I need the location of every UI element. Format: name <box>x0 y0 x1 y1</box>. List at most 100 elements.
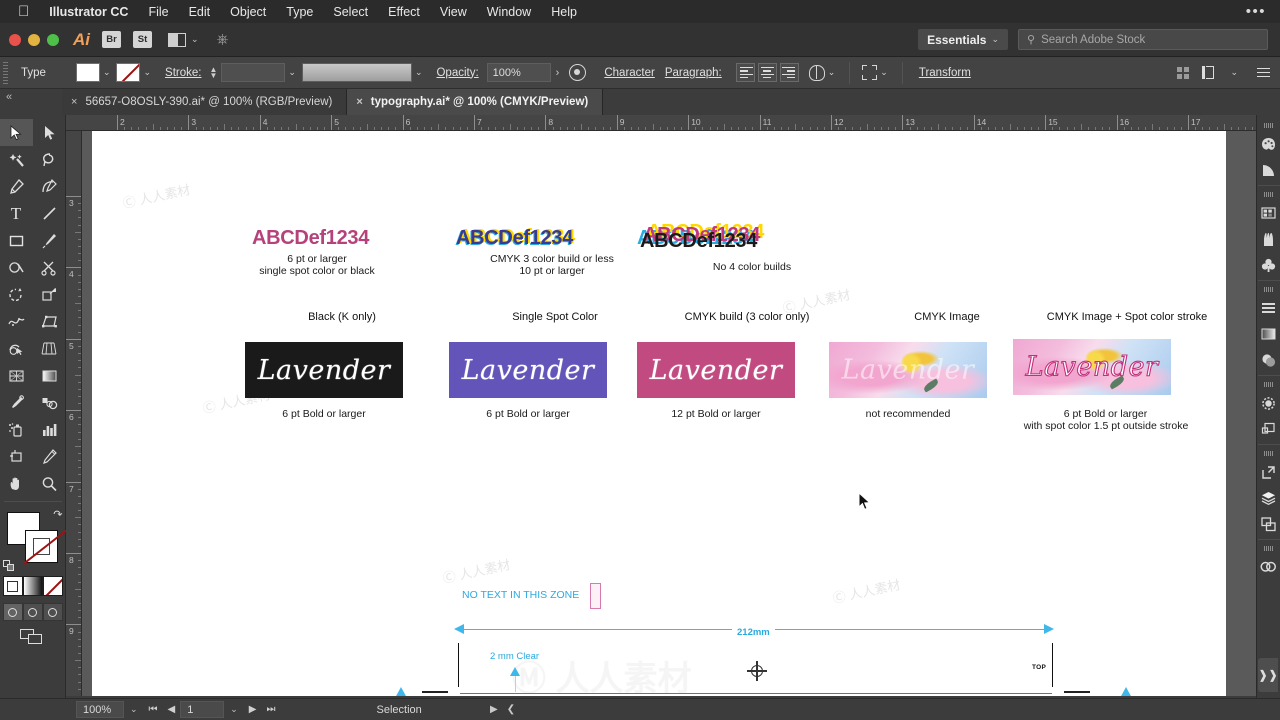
chevron-down-icon[interactable]: ⌄ <box>191 34 199 45</box>
appearance-panel-icon[interactable] <box>1257 390 1280 416</box>
dock-group-grip[interactable] <box>1264 382 1273 387</box>
dock-group-grip[interactable] <box>1264 546 1273 551</box>
character-panel-link[interactable]: Character <box>604 67 655 79</box>
type-tool[interactable]: T <box>0 200 33 227</box>
chevron-down-icon[interactable]: ⌄ <box>415 67 423 78</box>
menu-item-file[interactable]: File <box>148 5 168 19</box>
export-panel-icon[interactable] <box>1257 459 1280 485</box>
line-segment-tool[interactable] <box>33 200 66 227</box>
document-tab-2[interactable]: × typography.ai* @ 100% (CMYK/Preview) <box>347 89 603 115</box>
chevron-down-icon[interactable]: ⌄ <box>828 67 836 78</box>
swatch-black[interactable]: Lavender <box>245 342 403 398</box>
column-graph-tool[interactable] <box>33 416 66 443</box>
direct-selection-tool[interactable] <box>33 119 66 146</box>
recolor-artwork-icon[interactable] <box>569 64 586 81</box>
arrange-documents-icon[interactable] <box>168 33 186 47</box>
make-envelope-icon[interactable] <box>809 65 825 81</box>
dock-group-grip[interactable] <box>1264 451 1273 456</box>
draw-inside-icon[interactable] <box>43 603 63 621</box>
distribute-spacing-icon[interactable] <box>1202 66 1214 79</box>
variable-width-profile-select[interactable] <box>302 63 412 82</box>
menu-item-view[interactable]: View <box>440 5 467 19</box>
vertical-ruler[interactable]: 3456789 <box>66 131 82 696</box>
chevron-down-icon[interactable]: ⌄ <box>288 67 296 78</box>
align-center-icon[interactable] <box>758 63 777 82</box>
layers-panel-icon[interactable] <box>1257 485 1280 511</box>
align-left-icon[interactable] <box>736 63 755 82</box>
menu-item-object[interactable]: Object <box>230 5 266 19</box>
last-artboard-icon[interactable]: ⏭ <box>267 704 276 715</box>
menu-item-effect[interactable]: Effect <box>388 5 420 19</box>
dock-group-grip[interactable] <box>1264 287 1273 292</box>
cc-sync-badge[interactable]: ❱❱ <box>1258 658 1278 692</box>
bridge-button[interactable]: Br <box>102 31 121 48</box>
chevron-down-icon[interactable]: ⌄ <box>880 67 888 78</box>
artboard-number-input[interactable]: 1 <box>180 701 224 718</box>
menu-item-window[interactable]: Window <box>487 5 531 19</box>
apple-logo-icon[interactable]:  <box>18 4 29 19</box>
chevron-down-icon[interactable]: ⌄ <box>103 67 111 78</box>
control-bar-grip[interactable] <box>3 62 8 84</box>
brushes-panel-icon[interactable] <box>1257 226 1280 252</box>
default-fill-stroke-icon[interactable] <box>3 560 15 572</box>
mesh-tool[interactable] <box>0 362 33 389</box>
menu-item-edit[interactable]: Edit <box>189 5 211 19</box>
collapse-panel-icon[interactable]: « <box>0 89 62 115</box>
paragraph-panel-link[interactable]: Paragraph: <box>665 67 722 79</box>
artboard-dropdown-icon[interactable]: ⌄ <box>230 704 238 715</box>
menu-extras-icon[interactable]: ••• <box>1246 3 1266 20</box>
chevron-down-icon[interactable]: ⌄ <box>1230 67 1238 78</box>
paintbrush-tool[interactable] <box>33 227 66 254</box>
dock-group-grip[interactable] <box>1264 123 1273 128</box>
slice-tool[interactable] <box>33 443 66 470</box>
panel-menu-icon[interactable] <box>1257 68 1270 78</box>
transparency-panel-icon[interactable] <box>1257 347 1280 373</box>
zoom-level-input[interactable]: 100% <box>76 701 124 718</box>
first-artboard-icon[interactable]: ⏮ <box>149 704 158 715</box>
crop-image-icon[interactable] <box>862 65 877 80</box>
stroke-weight-stepper[interactable]: ▲▼ <box>209 67 217 79</box>
shape-builder-tool[interactable] <box>0 335 33 362</box>
artboard[interactable]: Ⓒ 人人素材 Ⓒ 人人素材 Ⓒ 人人素材 Ⓒ 人人素材 Ⓒ 人人素材 Ⓜ 人人素… <box>92 131 1226 696</box>
power-icon[interactable]: ⎈ <box>217 31 229 48</box>
none-icon[interactable] <box>43 576 63 596</box>
artboards-panel-icon[interactable] <box>1257 511 1280 537</box>
stroke-weight-input[interactable] <box>221 63 285 82</box>
previous-artboard-icon[interactable]: ◀ <box>168 704 176 715</box>
magic-wand-tool[interactable] <box>0 146 33 173</box>
artboard-tool[interactable] <box>0 443 33 470</box>
horizontal-ruler[interactable]: 234567891011121314151617 <box>66 115 1256 131</box>
fill-swatch[interactable] <box>76 63 100 82</box>
menu-app-name[interactable]: Illustrator CC <box>49 5 128 19</box>
graphic-styles-panel-icon[interactable] <box>1257 416 1280 442</box>
creative-cloud-libraries-icon[interactable] <box>1257 554 1280 580</box>
close-icon[interactable]: × <box>71 96 77 108</box>
hand-tool[interactable] <box>0 470 33 497</box>
perspective-grid-tool[interactable] <box>33 335 66 362</box>
selection-tool[interactable] <box>0 119 33 146</box>
gradient-icon[interactable] <box>23 576 43 596</box>
eyedropper-tool[interactable] <box>0 389 33 416</box>
chevron-down-icon[interactable]: ⌄ <box>143 67 151 78</box>
menu-item-type[interactable]: Type <box>286 5 313 19</box>
menu-item-help[interactable]: Help <box>551 5 577 19</box>
more-options-icon[interactable] <box>1177 67 1189 79</box>
swatches-panel-icon[interactable] <box>1257 200 1280 226</box>
gradient-panel-icon[interactable] <box>1257 321 1280 347</box>
draw-normal-icon[interactable] <box>3 603 23 621</box>
draw-behind-icon[interactable] <box>23 603 43 621</box>
curvature-tool[interactable] <box>33 173 66 200</box>
opacity-input[interactable]: 100% <box>487 63 551 82</box>
align-right-icon[interactable] <box>780 63 799 82</box>
zoom-tool[interactable] <box>33 470 66 497</box>
document-canvas[interactable]: Ⓒ 人人素材 Ⓒ 人人素材 Ⓒ 人人素材 Ⓒ 人人素材 Ⓒ 人人素材 Ⓜ 人人素… <box>82 131 1256 696</box>
color-panel-icon[interactable] <box>1257 131 1280 157</box>
resize-grip-icon[interactable]: ❮ <box>507 704 515 715</box>
symbol-sprayer-tool[interactable] <box>0 416 33 443</box>
stock-button[interactable]: St <box>133 31 152 48</box>
opacity-options-button[interactable]: › <box>556 67 560 79</box>
zoom-dropdown-icon[interactable]: ⌄ <box>130 704 138 715</box>
search-adobe-stock-input[interactable]: ⚲ Search Adobe Stock <box>1018 29 1268 50</box>
swatch-cmyk-image-stroke[interactable]: Lavender <box>1013 339 1171 395</box>
rectangle-tool[interactable] <box>0 227 33 254</box>
